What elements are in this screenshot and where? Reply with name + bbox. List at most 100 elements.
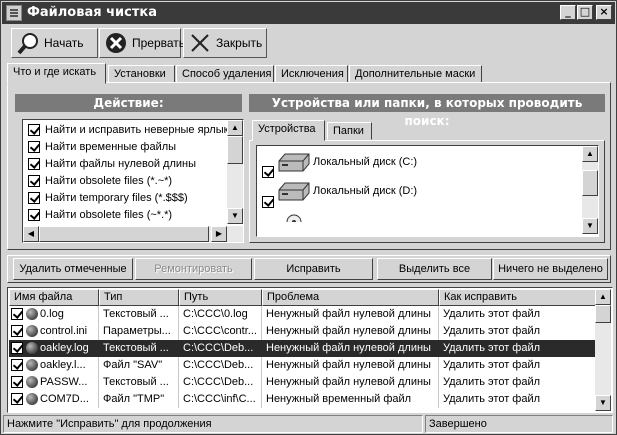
column-header-type[interactable]: Тип: [99, 289, 179, 306]
cell-path: C:\CCC\inf\C...: [179, 391, 262, 408]
stop-button[interactable]: Прервать: [99, 28, 185, 58]
hard-drive-icon: [278, 182, 310, 201]
column-header-path[interactable]: Путь: [179, 289, 262, 306]
cell-path: C:\CCC\0.log: [179, 306, 262, 323]
action-item[interactable]: Найти и исправить неверные ярлык: [23, 122, 227, 139]
table-row[interactable]: 0.log Текстовый ... C:\CCC\0.log Ненужны…: [9, 306, 596, 323]
cell-fix: Удалить этот файл: [443, 308, 541, 320]
scroll-right-arrow-icon[interactable]: ▶: [211, 226, 227, 242]
action-item[interactable]: Найти temporary files (*.$$$): [23, 190, 227, 207]
actions-vscroll[interactable]: ▲ ▼: [227, 120, 243, 224]
checkbox[interactable]: [28, 141, 40, 154]
checkbox[interactable]: [28, 158, 40, 171]
magnifier-icon: [16, 31, 40, 55]
action-label: Найти временные файлы: [45, 141, 177, 153]
close-icon: [188, 31, 212, 55]
device-item[interactable]: Локальный диск (C:): [262, 152, 582, 178]
scroll-up-arrow-icon[interactable]: ▲: [582, 146, 598, 162]
cell-type: Файл "TMP": [99, 391, 179, 408]
scroll-up-arrow-icon[interactable]: ▲: [595, 289, 611, 305]
cell-problem: Ненужный файл нулевой длины: [262, 306, 439, 323]
scroll-thumb[interactable]: [582, 170, 598, 196]
cell-path: C:\CCC\contr...: [179, 323, 262, 340]
scroll-left-arrow-icon[interactable]: ◀: [23, 226, 39, 242]
tab-settings[interactable]: Установки: [108, 65, 175, 83]
column-header-problem[interactable]: Проблема: [262, 289, 439, 306]
start-button[interactable]: Начать: [11, 28, 98, 58]
checkbox[interactable]: [28, 175, 40, 188]
delete-marked-button[interactable]: Удалить отмеченные: [13, 258, 133, 280]
checkbox[interactable]: [28, 124, 40, 137]
tab-what-where[interactable]: Что и где искать: [7, 63, 106, 84]
status-state: Завершено: [425, 415, 613, 433]
scroll-thumb[interactable]: [39, 226, 209, 242]
cell-type: Параметры...: [99, 323, 179, 340]
scroll-thumb[interactable]: [595, 305, 611, 323]
maximize-button[interactable]: □: [577, 5, 593, 20]
checkbox[interactable]: [11, 359, 23, 372]
file-status-icon: [26, 393, 38, 406]
checkbox[interactable]: [11, 325, 23, 338]
checkbox[interactable]: [11, 376, 23, 389]
file-status-icon: [26, 376, 38, 389]
close-button[interactable]: Закрыть: [183, 28, 267, 58]
action-item[interactable]: Найти obsolete files (*.~*): [23, 173, 227, 190]
checkbox[interactable]: [262, 166, 274, 178]
column-header-fix[interactable]: Как исправить: [439, 289, 597, 306]
action-item[interactable]: Найти временные файлы: [23, 139, 227, 156]
cell-path: C:\CCC\Deb...: [179, 357, 262, 374]
table-row-selected[interactable]: oakley.log Текстовый ... C:\CCC\Deb... Н…: [9, 340, 596, 357]
close-window-button[interactable]: ×: [596, 5, 612, 20]
table-row[interactable]: oakley.l... Файл "SAV" C:\CCC\Deb... Нен…: [9, 357, 596, 374]
checkbox[interactable]: [11, 342, 23, 355]
scroll-down-arrow-icon[interactable]: ▼: [595, 395, 611, 411]
scroll-down-arrow-icon[interactable]: ▼: [227, 208, 243, 224]
checkbox[interactable]: [11, 393, 23, 406]
scroll-up-arrow-icon[interactable]: ▲: [227, 120, 243, 136]
checkbox[interactable]: [262, 196, 274, 208]
scroll-down-arrow-icon[interactable]: ▼: [582, 218, 598, 234]
title-bar[interactable]: Файловая чистка _ □ ×: [2, 2, 615, 24]
fix-button[interactable]: Исправить: [254, 258, 373, 280]
results-table: Имя файла Тип Путь Проблема Как исправит…: [7, 287, 613, 413]
cell-name: control.ini: [40, 325, 88, 337]
checkbox[interactable]: [28, 192, 40, 205]
table-row[interactable]: COM7D... Файл "TMP" C:\CCC\inf\C... Нену…: [9, 391, 596, 408]
select-all-button[interactable]: Выделить все: [377, 258, 492, 280]
minimize-button[interactable]: _: [560, 5, 576, 20]
scroll-thumb[interactable]: [227, 136, 243, 164]
start-label: Начать: [44, 36, 84, 50]
actions-list[interactable]: Найти и исправить неверные ярлык Найти в…: [22, 119, 244, 243]
checkbox[interactable]: [11, 308, 23, 321]
nothing-selected-button[interactable]: Ничего не выделено: [493, 258, 608, 280]
column-header-filename[interactable]: Имя файла: [9, 289, 99, 306]
action-label: Найти файлы нулевой длины: [45, 158, 197, 170]
tab-delete-method[interactable]: Способ удаления: [176, 65, 274, 83]
table-row[interactable]: PASSW... Текстовый ... C:\CCC\Deb... Нен…: [9, 374, 596, 391]
repair-button[interactable]: Ремонтировать: [135, 258, 252, 280]
cell-type: Текстовый ...: [99, 306, 179, 323]
devices-vscroll[interactable]: ▲ ▼: [582, 146, 598, 234]
action-label: Найти temporary files (*.$$$): [45, 192, 188, 204]
checkbox[interactable]: [28, 209, 40, 222]
tab-devices[interactable]: Устройства: [252, 120, 325, 141]
cell-problem: Ненужный файл нулевой длины: [262, 357, 439, 374]
device-item[interactable]: Локальный диск (D:): [262, 181, 582, 208]
tab-extra-masks[interactable]: Дополнительные маски: [349, 65, 482, 83]
cell-problem: Ненужный временный файл: [262, 391, 439, 408]
tab-exclusions[interactable]: Исключения: [275, 65, 348, 83]
table-vscroll[interactable]: ▲ ▼: [595, 289, 611, 411]
table-row[interactable]: control.ini Параметры... C:\CCC\contr...…: [9, 323, 596, 340]
app-icon: [6, 5, 22, 21]
cell-type: Файл "SAV": [99, 357, 179, 374]
cell-name: oakley.l...: [40, 359, 86, 371]
cell-problem: Ненужный файл нулевой длины: [262, 374, 439, 391]
action-item[interactable]: Найти файлы нулевой длины: [23, 156, 227, 173]
devices-list[interactable]: Локальный диск (C:) Локальный диск (D:): [256, 145, 599, 237]
actions-hscroll[interactable]: ◀ ▶: [23, 226, 243, 242]
device-label: Локальный диск (C:): [313, 156, 418, 168]
action-item[interactable]: Найти obsolete files (~*.*): [23, 207, 227, 224]
tab-folders[interactable]: Папки: [327, 122, 372, 140]
cell-path: C:\CCC\Deb...: [179, 374, 262, 391]
cd-drive-icon: [286, 214, 302, 222]
